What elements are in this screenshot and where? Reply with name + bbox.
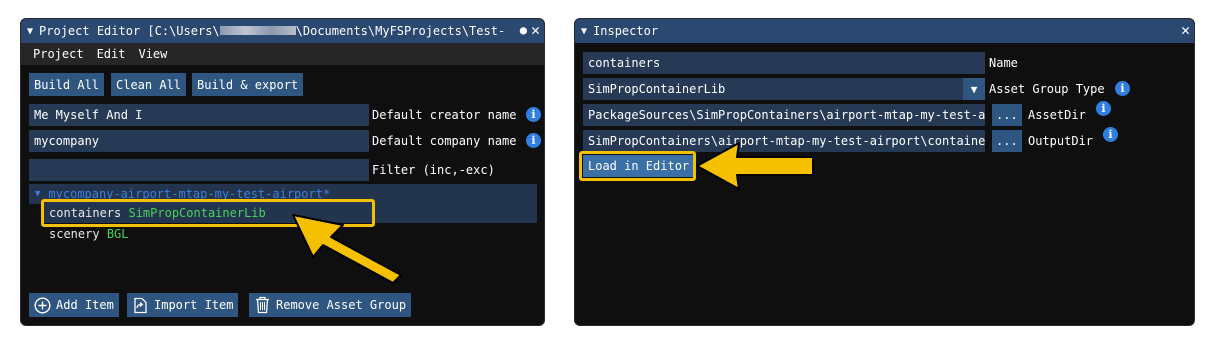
- menubar: Project Edit View: [21, 43, 544, 65]
- pointer-arrow-icon: [696, 142, 814, 190]
- info-icon[interactable]: i: [526, 107, 541, 122]
- import-item-button[interactable]: Import Item: [127, 293, 239, 317]
- info-icon[interactable]: i: [1115, 81, 1130, 96]
- add-item-button[interactable]: Add Item: [29, 293, 119, 317]
- expand-triangle-icon[interactable]: ▼: [35, 189, 40, 199]
- chevron-down-icon[interactable]: ▼: [963, 78, 985, 100]
- filter-input[interactable]: [29, 159, 369, 181]
- asset-dir-label: AssetDir: [1028, 108, 1086, 122]
- close-icon[interactable]: ✕: [1181, 21, 1190, 39]
- redacted-username: [219, 26, 296, 35]
- import-file-icon: [134, 297, 147, 313]
- creator-name-input[interactable]: Me Myself And I: [29, 104, 369, 126]
- item-type: BGL: [106, 227, 129, 241]
- remove-asset-group-label: Remove Asset Group: [276, 298, 407, 312]
- company-name-label: Default company name: [372, 134, 517, 148]
- name-input[interactable]: containers: [583, 52, 985, 74]
- filter-label: Filter (inc,-exc): [372, 163, 495, 177]
- inspector-window: ▼ Inspector ✕ containers Name SimPropCon…: [574, 18, 1195, 326]
- project-editor-title: Project Editor [C:\Users\ \Documents\MyFS…: [39, 24, 506, 38]
- project-editor-titlebar[interactable]: ▼ Project Editor [C:\Users\ \Documents\My…: [21, 19, 544, 43]
- trash-icon: [256, 296, 269, 314]
- output-dir-label: OutputDir: [1028, 134, 1094, 148]
- asset-group-type-select[interactable]: SimPropContainerLib: [583, 78, 985, 100]
- build-all-button[interactable]: Build All: [29, 73, 105, 96]
- menu-project[interactable]: Project: [33, 47, 84, 61]
- asset-group-type-label: Asset Group Type: [989, 82, 1105, 96]
- asset-dir-input[interactable]: PackageSources\SimPropContainers\airport…: [583, 104, 985, 126]
- menu-edit[interactable]: Edit: [97, 47, 126, 61]
- info-icon[interactable]: i: [526, 133, 541, 148]
- info-icon[interactable]: i: [1096, 101, 1111, 116]
- highlight-box: [579, 151, 696, 181]
- item-name: scenery: [49, 227, 100, 241]
- build-export-button[interactable]: Build & export: [192, 73, 304, 96]
- pointer-arrow-icon: [292, 214, 402, 284]
- clean-all-button[interactable]: Clean All: [111, 73, 187, 96]
- add-item-label: Add Item: [56, 298, 114, 312]
- close-icon[interactable]: ✕: [531, 21, 540, 39]
- asset-dir-browse-button[interactable]: ...: [992, 104, 1022, 126]
- add-circle-icon: [34, 296, 51, 314]
- company-name-input[interactable]: mycompany: [29, 130, 369, 152]
- output-dir-browse-button[interactable]: ...: [992, 130, 1022, 152]
- creator-name-label: Default creator name: [372, 108, 517, 122]
- project-editor-window: ▼ Project Editor [C:\Users\ \Documents\My…: [20, 18, 545, 326]
- remove-asset-group-button[interactable]: Remove Asset Group: [249, 293, 412, 317]
- inspector-title: Inspector: [593, 24, 659, 38]
- collapse-triangle-icon[interactable]: ▼: [581, 26, 587, 37]
- asset-group-type-value: SimPropContainerLib: [588, 82, 726, 96]
- tree-item-scenery[interactable]: scenery BGL: [49, 224, 129, 244]
- name-label: Name: [989, 56, 1018, 70]
- collapse-triangle-icon[interactable]: ▼: [27, 26, 33, 37]
- menu-view[interactable]: View: [138, 47, 167, 61]
- info-icon[interactable]: i: [1103, 127, 1118, 142]
- unsaved-dot-icon: ●: [519, 23, 527, 37]
- inspector-titlebar[interactable]: ▼ Inspector ✕: [575, 19, 1194, 43]
- import-item-label: Import Item: [154, 298, 234, 312]
